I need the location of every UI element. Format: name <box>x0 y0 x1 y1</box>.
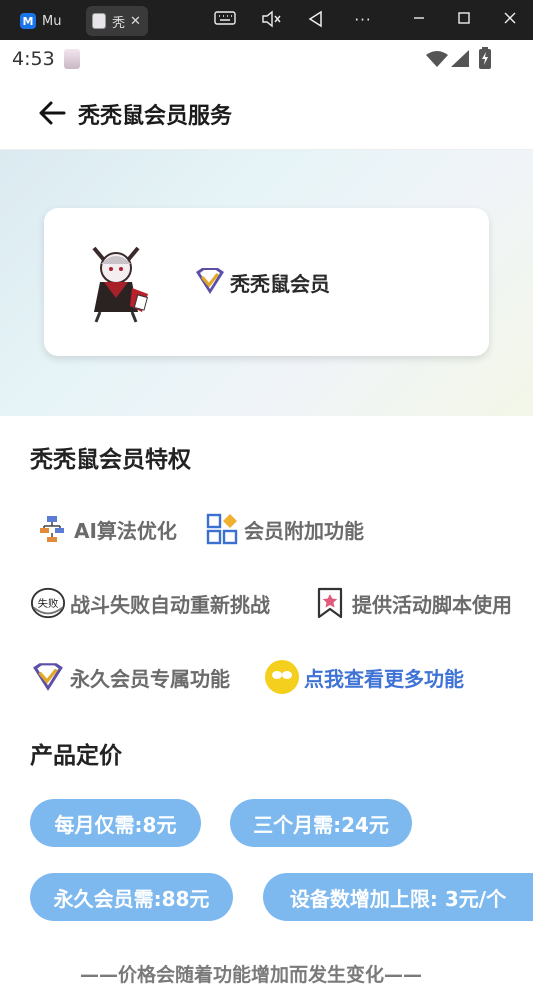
mascot-avatar <box>92 246 148 323</box>
feature-member-addons: 会员附加功能 <box>204 512 364 546</box>
svg-text:失败: 失败 <box>38 597 59 610</box>
app-thumbnail-icon <box>92 13 106 29</box>
battery-charging-icon <box>479 47 491 69</box>
notification-avatar-icon <box>64 49 80 69</box>
flowchart-icon <box>34 512 70 546</box>
feature-label: 会员附加功能 <box>244 518 364 543</box>
emulator-tab-active[interactable]: 秃 ✕ <box>86 6 148 36</box>
feature-link-label: 点我查看更多功能 <box>304 666 464 691</box>
member-card: 秃秃鼠会员 <box>44 208 489 356</box>
tab-title: Mu <box>42 13 62 29</box>
price-quarterly-button[interactable]: 三个月需:24元 <box>230 799 412 847</box>
feature-ai-optimization: AI算法优化 <box>34 512 177 546</box>
status-time: 4:53 <box>12 48 55 70</box>
vip-badge-icon <box>196 268 224 294</box>
feature-label: 战斗失败自动重新挑战 <box>70 592 270 617</box>
back-triangle-icon[interactable] <box>305 10 327 30</box>
price-device-limit-button[interactable]: 设备数增加上限: 3元/个 <box>263 873 533 921</box>
defeat-stamp-icon: 失败 <box>30 586 66 620</box>
page-title: 秃秃鼠会员服务 <box>78 104 233 129</box>
wifi-icon <box>426 51 448 67</box>
status-bar: 4:53 <box>0 40 533 78</box>
feature-auto-retry: 失败 战斗失败自动重新挑战 <box>30 586 270 620</box>
vip-badge-icon <box>30 660 66 694</box>
member-card-name: 秃秃鼠会员 <box>230 272 330 296</box>
price-monthly-button[interactable]: 每月仅需:8元 <box>30 799 201 847</box>
feature-event-scripts: 提供活动脚本使用 <box>312 586 512 620</box>
mute-icon[interactable] <box>260 10 282 30</box>
minimize-icon[interactable] <box>408 10 430 30</box>
signal-icon <box>451 50 469 67</box>
close-tab-icon[interactable]: ✕ <box>130 14 141 29</box>
feature-label: AI算法优化 <box>74 518 177 543</box>
feature-label: 永久会员专属功能 <box>70 666 230 691</box>
keyboard-icon[interactable] <box>214 10 236 30</box>
price-lifetime-button[interactable]: 永久会员需:88元 <box>30 873 233 921</box>
maximize-icon[interactable] <box>453 10 475 30</box>
star-bookmark-icon <box>312 586 348 620</box>
feature-label: 提供活动脚本使用 <box>352 592 512 617</box>
app-logo-icon: M <box>20 13 36 29</box>
hero-banner: 秃秃鼠会员 <box>0 150 533 416</box>
apps-grid-icon <box>204 512 240 546</box>
pricing-title: 产品定价 <box>30 743 122 769</box>
more-icon[interactable]: ··· <box>352 10 374 30</box>
privileges-title: 秃秃鼠会员特权 <box>30 447 191 473</box>
emulator-title-bar: M Mu 秃 ✕ ··· <box>0 0 533 40</box>
tab-title: 秃 <box>112 15 126 31</box>
feature-lifetime-exclusive: 永久会员专属功能 <box>30 660 230 694</box>
pricing-note: ——价格会随着功能增加而发生变化—— <box>80 964 423 986</box>
view-more-features-link[interactable]: 点我查看更多功能 <box>264 660 464 694</box>
emoji-icon <box>264 660 300 694</box>
close-icon[interactable] <box>499 10 521 30</box>
back-arrow-icon[interactable] <box>36 96 70 130</box>
emulator-tab-home[interactable]: M Mu <box>14 6 84 36</box>
app-header: 秃秃鼠会员服务 <box>0 78 533 150</box>
